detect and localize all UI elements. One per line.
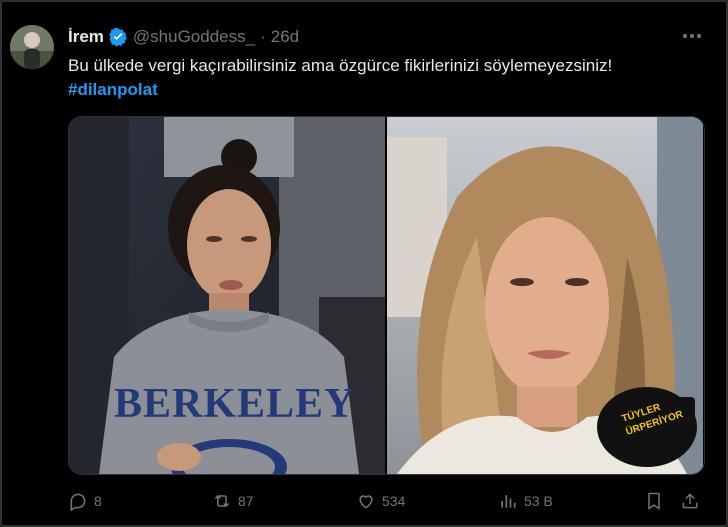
author-name[interactable]: İrem xyxy=(68,27,104,47)
separator-dot: · xyxy=(260,27,266,46)
repost-icon xyxy=(214,494,230,508)
share-button[interactable] xyxy=(680,486,700,516)
reply-icon xyxy=(70,493,86,511)
author-handle[interactable]: @shuGoddess_ xyxy=(133,27,255,47)
tweet-header: İrem @shuGoddess_ · 26d xyxy=(68,26,299,48)
repost-count: 87 xyxy=(238,493,254,509)
like-count: 534 xyxy=(382,493,406,509)
bookmark-button[interactable] xyxy=(644,486,664,516)
like-button[interactable]: 534 xyxy=(356,486,405,516)
views-button[interactable]: 53 B xyxy=(498,486,553,516)
avatar[interactable] xyxy=(10,25,54,69)
repost-button[interactable]: 87 xyxy=(212,486,254,516)
verified-badge-icon xyxy=(108,27,128,47)
photo-right[interactable]: TÜYLER ÜRPERİYOR xyxy=(387,117,703,474)
tweet-text: Bu ülkede vergi kaçırabilirsiniz ama özg… xyxy=(68,56,613,75)
more-options-icon[interactable] xyxy=(680,26,704,46)
views-chart-icon xyxy=(501,495,516,508)
svg-text:BERKELEY: BERKELEY xyxy=(114,381,355,427)
media-grid: BERKELEY TÜYLER ÜRPERİYOR xyxy=(68,116,705,475)
tweet-actions: 8 87 534 53 B xyxy=(68,486,704,516)
hashtag-link[interactable]: #dilanpolat xyxy=(68,78,158,102)
reply-count: 8 xyxy=(94,493,102,509)
share-icon xyxy=(682,493,698,509)
views-count: 53 B xyxy=(524,493,553,509)
reply-button[interactable]: 8 xyxy=(68,486,102,516)
heart-icon xyxy=(359,495,373,509)
timestamp[interactable]: 26d xyxy=(271,27,299,47)
bookmark-icon xyxy=(648,492,660,510)
photo-left[interactable]: BERKELEY xyxy=(69,117,385,474)
